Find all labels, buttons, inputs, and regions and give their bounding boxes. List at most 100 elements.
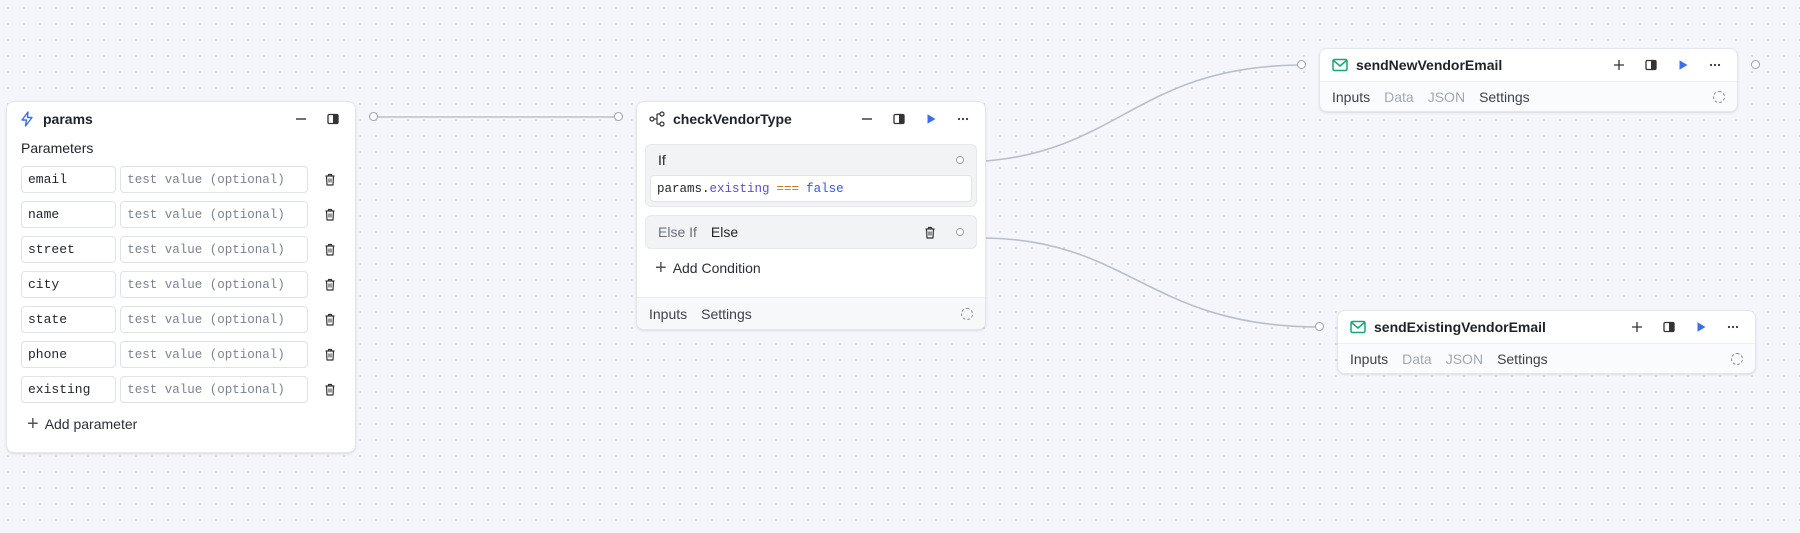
parameter-name-field[interactable]: name <box>21 201 117 228</box>
tab-data[interactable]: Data <box>1384 89 1414 105</box>
parameters-label: Parameters <box>21 140 94 156</box>
delete-branch-button[interactable] <box>924 226 936 239</box>
tab-json[interactable]: JSON <box>1446 351 1483 367</box>
parameter-value-input[interactable] <box>120 341 309 368</box>
edge-if-to-new-email <box>985 64 1302 162</box>
check-vendor-type-node[interactable]: checkVendorType If params. existing === f… <box>636 101 986 330</box>
loading-icon <box>1731 352 1743 365</box>
delete-parameter-button[interactable] <box>318 343 341 367</box>
tab-settings[interactable]: Settings <box>1497 351 1548 367</box>
delete-parameter-button[interactable] <box>318 308 341 332</box>
more-icon <box>1727 325 1739 329</box>
node-title: sendNewVendorEmail <box>1356 57 1503 73</box>
check-input-handle[interactable] <box>614 112 623 121</box>
trash-icon <box>325 173 335 186</box>
run-button[interactable] <box>1671 53 1695 77</box>
tab-settings[interactable]: Settings <box>1479 89 1530 105</box>
check-tabs-bar: Inputs Settings <box>637 297 985 329</box>
delete-parameter-button[interactable] <box>318 168 341 192</box>
if-label: If <box>658 152 666 168</box>
panel-toggle-button[interactable] <box>1639 53 1663 77</box>
panel-icon <box>1645 59 1657 71</box>
parameter-value-input[interactable] <box>120 236 309 263</box>
send-new-vendor-email-node[interactable]: sendNewVendorEmail Inputs Data JSON Sett… <box>1319 48 1738 112</box>
plus-icon: + <box>27 413 39 435</box>
expr-property: existing <box>709 181 770 196</box>
parameter-value-input[interactable] <box>120 201 309 228</box>
if-branch[interactable]: If params. existing === false <box>645 144 977 207</box>
expr-value: false <box>806 181 844 196</box>
parameter-name-field[interactable]: phone <box>21 341 117 368</box>
loading-icon <box>1713 90 1725 103</box>
parameter-name-field[interactable]: street <box>21 236 117 263</box>
new-email-input-handle[interactable] <box>1297 60 1306 69</box>
tab-inputs[interactable]: Inputs <box>1332 89 1370 105</box>
add-button[interactable] <box>1607 53 1631 77</box>
elseif-label[interactable]: Else If <box>658 224 697 240</box>
add-parameter-button[interactable]: + Add parameter <box>7 407 355 441</box>
node-title: sendExistingVendorEmail <box>1374 319 1546 335</box>
panel-toggle-button[interactable] <box>887 107 911 131</box>
play-icon <box>1679 60 1688 70</box>
parameter-row: city <box>7 267 355 302</box>
parameter-name-field[interactable]: email <box>21 166 117 193</box>
tab-inputs[interactable]: Inputs <box>1350 351 1388 367</box>
add-button[interactable] <box>1625 315 1649 339</box>
parameter-value-input[interactable] <box>120 376 309 403</box>
parameter-name-field[interactable]: existing <box>21 376 117 403</box>
run-button[interactable] <box>1689 315 1713 339</box>
tab-inputs[interactable]: Inputs <box>649 306 687 322</box>
add-condition-label: Add Condition <box>672 260 761 276</box>
lightning-icon <box>19 111 35 127</box>
parameter-row: phone <box>7 337 355 372</box>
edge-else-to-existing-email <box>985 237 1320 328</box>
mail-icon <box>1332 58 1348 72</box>
if-output-handle[interactable] <box>956 156 964 164</box>
minimize-button[interactable] <box>855 107 879 131</box>
send-existing-vendor-email-node[interactable]: sendExistingVendorEmail Inputs Data JSON… <box>1337 310 1756 374</box>
panel-toggle-button[interactable] <box>321 107 345 131</box>
loading-icon <box>961 307 973 320</box>
parameter-value-input[interactable] <box>120 306 309 333</box>
existing-email-input-handle[interactable] <box>1315 322 1324 331</box>
delete-parameter-button[interactable] <box>318 238 341 262</box>
parameter-row: existing <box>7 372 355 407</box>
else-label: Else <box>710 224 739 240</box>
minimize-button[interactable] <box>289 107 313 131</box>
delete-parameter-button[interactable] <box>318 378 341 402</box>
tab-data[interactable]: Data <box>1402 351 1432 367</box>
trash-icon <box>325 243 335 256</box>
delete-parameter-button[interactable] <box>318 203 341 227</box>
mail-icon <box>1350 320 1366 334</box>
params-node[interactable]: params Parameters email name street city sta… <box>6 101 356 453</box>
condition-expression[interactable]: params. existing === false <box>650 175 972 202</box>
add-parameter-label: Add parameter <box>44 416 138 432</box>
tab-settings[interactable]: Settings <box>701 306 752 322</box>
minus-icon <box>862 118 872 120</box>
existing-email-tabs-bar: Inputs Data JSON Settings <box>1338 343 1755 373</box>
params-output-handle[interactable] <box>369 112 378 121</box>
parameter-name-field[interactable]: city <box>21 271 117 298</box>
tab-json[interactable]: JSON <box>1428 89 1465 105</box>
else-branch[interactable]: Else If Else <box>645 215 977 249</box>
minus-icon <box>296 118 306 120</box>
new-email-output-handle[interactable] <box>1751 60 1760 69</box>
parameter-value-input[interactable] <box>120 271 309 298</box>
run-button[interactable] <box>919 107 943 131</box>
parameter-row: state <box>7 302 355 337</box>
delete-parameter-button[interactable] <box>318 273 341 297</box>
parameter-name-field[interactable]: state <box>21 306 117 333</box>
parameter-value-input[interactable] <box>120 166 309 193</box>
plus-icon <box>1614 60 1624 70</box>
panel-toggle-button[interactable] <box>1657 315 1681 339</box>
parameter-row: street <box>7 232 355 267</box>
more-options-button[interactable] <box>1703 53 1727 77</box>
add-condition-button[interactable]: + Add Condition <box>637 249 985 287</box>
more-options-button[interactable] <box>951 107 975 131</box>
else-output-handle[interactable] <box>956 228 964 236</box>
trash-icon <box>325 383 335 396</box>
trash-icon <box>325 348 335 361</box>
more-options-button[interactable] <box>1721 315 1745 339</box>
parameter-list: email name street city state phone existing <box>7 162 355 407</box>
plus-icon: + <box>655 257 667 279</box>
